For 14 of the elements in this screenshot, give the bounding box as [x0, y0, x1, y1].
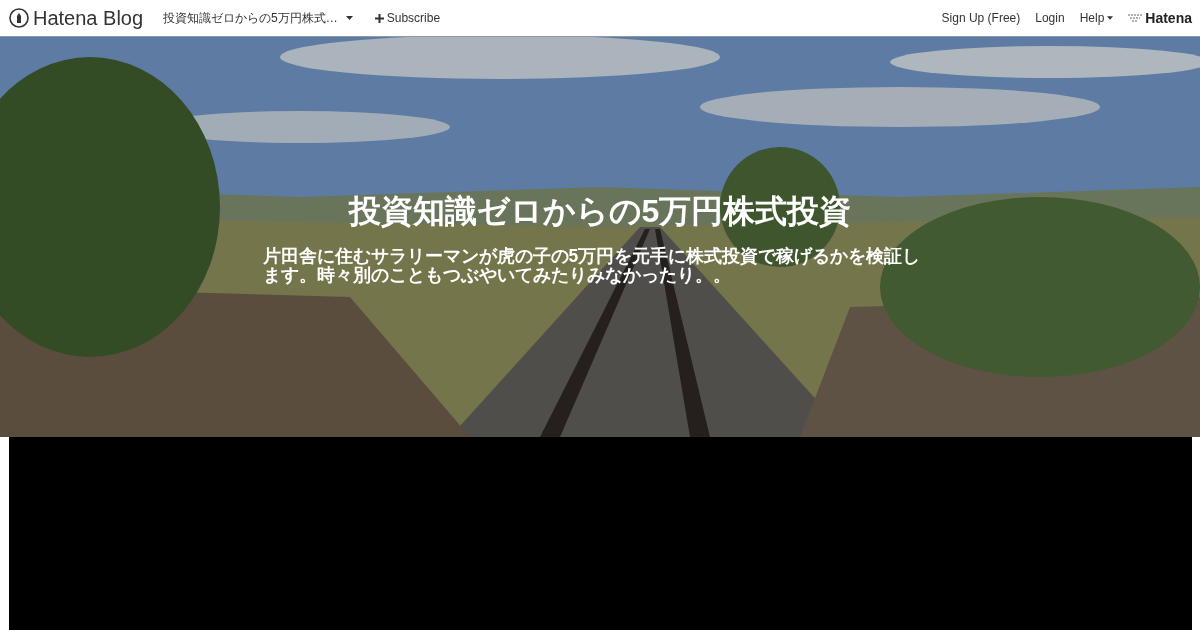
help-menu[interactable]: Help	[1079, 9, 1114, 27]
hatena-logo[interactable]: Hatena	[1128, 7, 1192, 29]
nav-link[interactable]: Sign Up (Free)	[941, 9, 1021, 27]
blog-title[interactable]: 投資知識ゼロからの5万円株式投資	[348, 191, 852, 231]
caret-icon	[1107, 16, 1114, 20]
logo-icon	[1128, 13, 1143, 23]
nav-link[interactable]: Login	[1035, 9, 1065, 27]
blog-menu[interactable]: 投資知識ゼロからの5万円株式…	[163, 9, 353, 27]
logo-icon	[9, 8, 29, 28]
blog-description: 片田舎に住むサラリーマンが虎の子の5万円を元手に株式投資で稼げるかを検証します。時々別のこともつぶやいてみたりみなかったり。。	[262, 247, 922, 285]
subscribe-button[interactable]: Subscribe	[374, 9, 441, 27]
plus-icon	[374, 13, 384, 23]
hatena-blog-logo[interactable]: Hatena Blog	[9, 3, 144, 33]
caret-icon	[345, 16, 353, 20]
